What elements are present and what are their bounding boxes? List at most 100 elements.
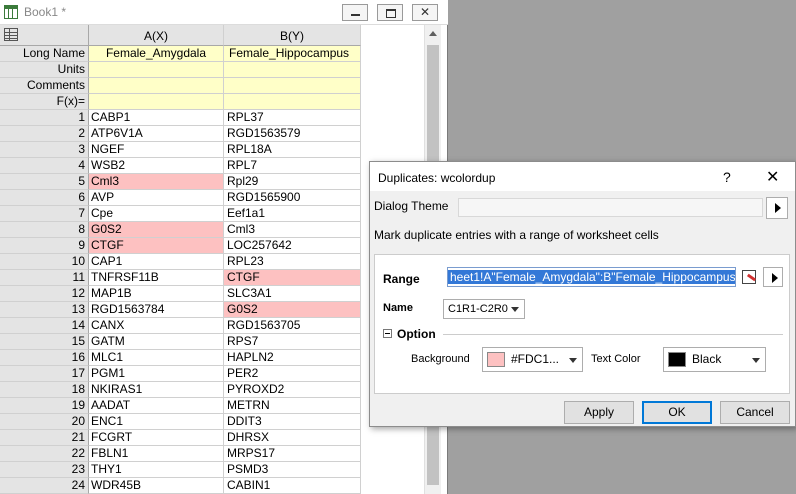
name-select[interactable]: C1R1-C2R0 <box>443 299 525 319</box>
cell-b[interactable]: Cml3 <box>224 222 361 238</box>
cell-a[interactable]: Cml3 <box>89 174 224 190</box>
minimize-button[interactable] <box>342 4 368 21</box>
cell-a[interactable]: AADAT <box>89 398 224 414</box>
cell-a[interactable]: AVP <box>89 190 224 206</box>
row-header[interactable]: 6 <box>0 190 89 206</box>
meta-row-label[interactable]: F(x)= <box>0 94 89 110</box>
background-color-select[interactable]: #FDC1... <box>482 347 583 372</box>
row-header[interactable]: 22 <box>0 446 89 462</box>
collapse-icon[interactable] <box>383 329 392 338</box>
row-header[interactable]: 4 <box>0 158 89 174</box>
text-color-select[interactable]: Black <box>663 347 766 372</box>
cell-b[interactable]: RGD1563579 <box>224 126 361 142</box>
column-header-b[interactable]: B(Y) <box>224 25 361 46</box>
cell-a[interactable]: ATP6V1A <box>89 126 224 142</box>
row-header[interactable]: 9 <box>0 238 89 254</box>
row-header[interactable]: 12 <box>0 286 89 302</box>
ok-button[interactable]: OK <box>642 401 712 424</box>
row-header[interactable]: 16 <box>0 350 89 366</box>
row-header[interactable]: 18 <box>0 382 89 398</box>
cell-a[interactable]: MAP1B <box>89 286 224 302</box>
meta-cell-b[interactable]: Female_Hippocampus <box>224 46 361 62</box>
meta-cell-a[interactable]: Female_Amygdala <box>89 46 224 62</box>
meta-cell-a[interactable] <box>89 94 224 110</box>
row-header[interactable]: 13 <box>0 302 89 318</box>
meta-cell-b[interactable] <box>224 94 361 110</box>
meta-row-label[interactable]: Long Name <box>0 46 89 62</box>
row-header[interactable]: 24 <box>0 478 89 494</box>
cell-b[interactable]: HAPLN2 <box>224 350 361 366</box>
cell-a[interactable]: TNFRSF11B <box>89 270 224 286</box>
cell-b[interactable]: PSMD3 <box>224 462 361 478</box>
help-button[interactable]: ? <box>723 169 731 185</box>
cell-b[interactable]: RPL18A <box>224 142 361 158</box>
cell-a[interactable]: G0S2 <box>89 222 224 238</box>
range-input[interactable]: heet1!A"Female_Amygdala":B"Female_Hippoc… <box>447 267 736 287</box>
cell-a[interactable]: Cpe <box>89 206 224 222</box>
cell-b[interactable]: PER2 <box>224 366 361 382</box>
meta-row-label[interactable]: Units <box>0 62 89 78</box>
row-header[interactable]: 3 <box>0 142 89 158</box>
meta-cell-b[interactable] <box>224 62 361 78</box>
cell-b[interactable]: PYROXD2 <box>224 382 361 398</box>
row-header[interactable]: 23 <box>0 462 89 478</box>
dialog-theme-menu-button[interactable] <box>766 197 788 219</box>
cell-a[interactable]: CANX <box>89 318 224 334</box>
cell-b[interactable]: METRN <box>224 398 361 414</box>
row-header[interactable]: 11 <box>0 270 89 286</box>
cell-a[interactable]: WDR45B <box>89 478 224 494</box>
row-header[interactable]: 17 <box>0 366 89 382</box>
cell-a[interactable]: GATM <box>89 334 224 350</box>
cell-b[interactable]: SLC3A1 <box>224 286 361 302</box>
apply-button[interactable]: Apply <box>564 401 634 424</box>
cell-b[interactable]: LOC257642 <box>224 238 361 254</box>
cell-a[interactable]: MLC1 <box>89 350 224 366</box>
row-header[interactable]: 5 <box>0 174 89 190</box>
cell-a[interactable]: CABP1 <box>89 110 224 126</box>
cell-b[interactable]: RPL23 <box>224 254 361 270</box>
close-button[interactable]: ✕ <box>412 4 438 21</box>
meta-cell-b[interactable] <box>224 78 361 94</box>
row-header[interactable]: 20 <box>0 414 89 430</box>
cell-b[interactable]: G0S2 <box>224 302 361 318</box>
meta-cell-a[interactable] <box>89 62 224 78</box>
row-header[interactable]: 1 <box>0 110 89 126</box>
range-menu-button[interactable] <box>763 267 783 287</box>
row-header[interactable]: 21 <box>0 430 89 446</box>
cell-b[interactable]: RPS7 <box>224 334 361 350</box>
row-header[interactable]: 2 <box>0 126 89 142</box>
cell-a[interactable]: PGM1 <box>89 366 224 382</box>
dialog-theme-field[interactable] <box>458 198 763 217</box>
row-header[interactable]: 14 <box>0 318 89 334</box>
cell-a[interactable]: FBLN1 <box>89 446 224 462</box>
cell-b[interactable]: RPL7 <box>224 158 361 174</box>
cell-a[interactable]: WSB2 <box>89 158 224 174</box>
range-select-icon[interactable] <box>739 267 759 287</box>
row-header[interactable]: 7 <box>0 206 89 222</box>
cell-a[interactable]: CAP1 <box>89 254 224 270</box>
row-header[interactable]: 10 <box>0 254 89 270</box>
cell-a[interactable]: FCGRT <box>89 430 224 446</box>
meta-row-label[interactable]: Comments <box>0 78 89 94</box>
dialog-close-button[interactable]: ✕ <box>766 167 779 187</box>
cell-b[interactable]: MRPS17 <box>224 446 361 462</box>
cell-a[interactable]: CTGF <box>89 238 224 254</box>
cell-b[interactable]: CABIN1 <box>224 478 361 494</box>
row-header[interactable]: 19 <box>0 398 89 414</box>
cancel-button[interactable]: Cancel <box>720 401 790 424</box>
cell-a[interactable]: RGD1563784 <box>89 302 224 318</box>
cell-a[interactable]: NGEF <box>89 142 224 158</box>
cell-b[interactable]: DHRSX <box>224 430 361 446</box>
maximize-button[interactable] <box>377 4 403 21</box>
cell-a[interactable]: ENC1 <box>89 414 224 430</box>
select-all-corner[interactable] <box>0 25 89 46</box>
cell-b[interactable]: RGD1565900 <box>224 190 361 206</box>
meta-cell-a[interactable] <box>89 78 224 94</box>
cell-a[interactable]: THY1 <box>89 462 224 478</box>
column-header-a[interactable]: A(X) <box>89 25 224 46</box>
cell-b[interactable]: DDIT3 <box>224 414 361 430</box>
scroll-up-icon[interactable] <box>429 31 437 36</box>
cell-b[interactable]: RGD1563705 <box>224 318 361 334</box>
cell-b[interactable]: Eef1a1 <box>224 206 361 222</box>
cell-b[interactable]: Rpl29 <box>224 174 361 190</box>
